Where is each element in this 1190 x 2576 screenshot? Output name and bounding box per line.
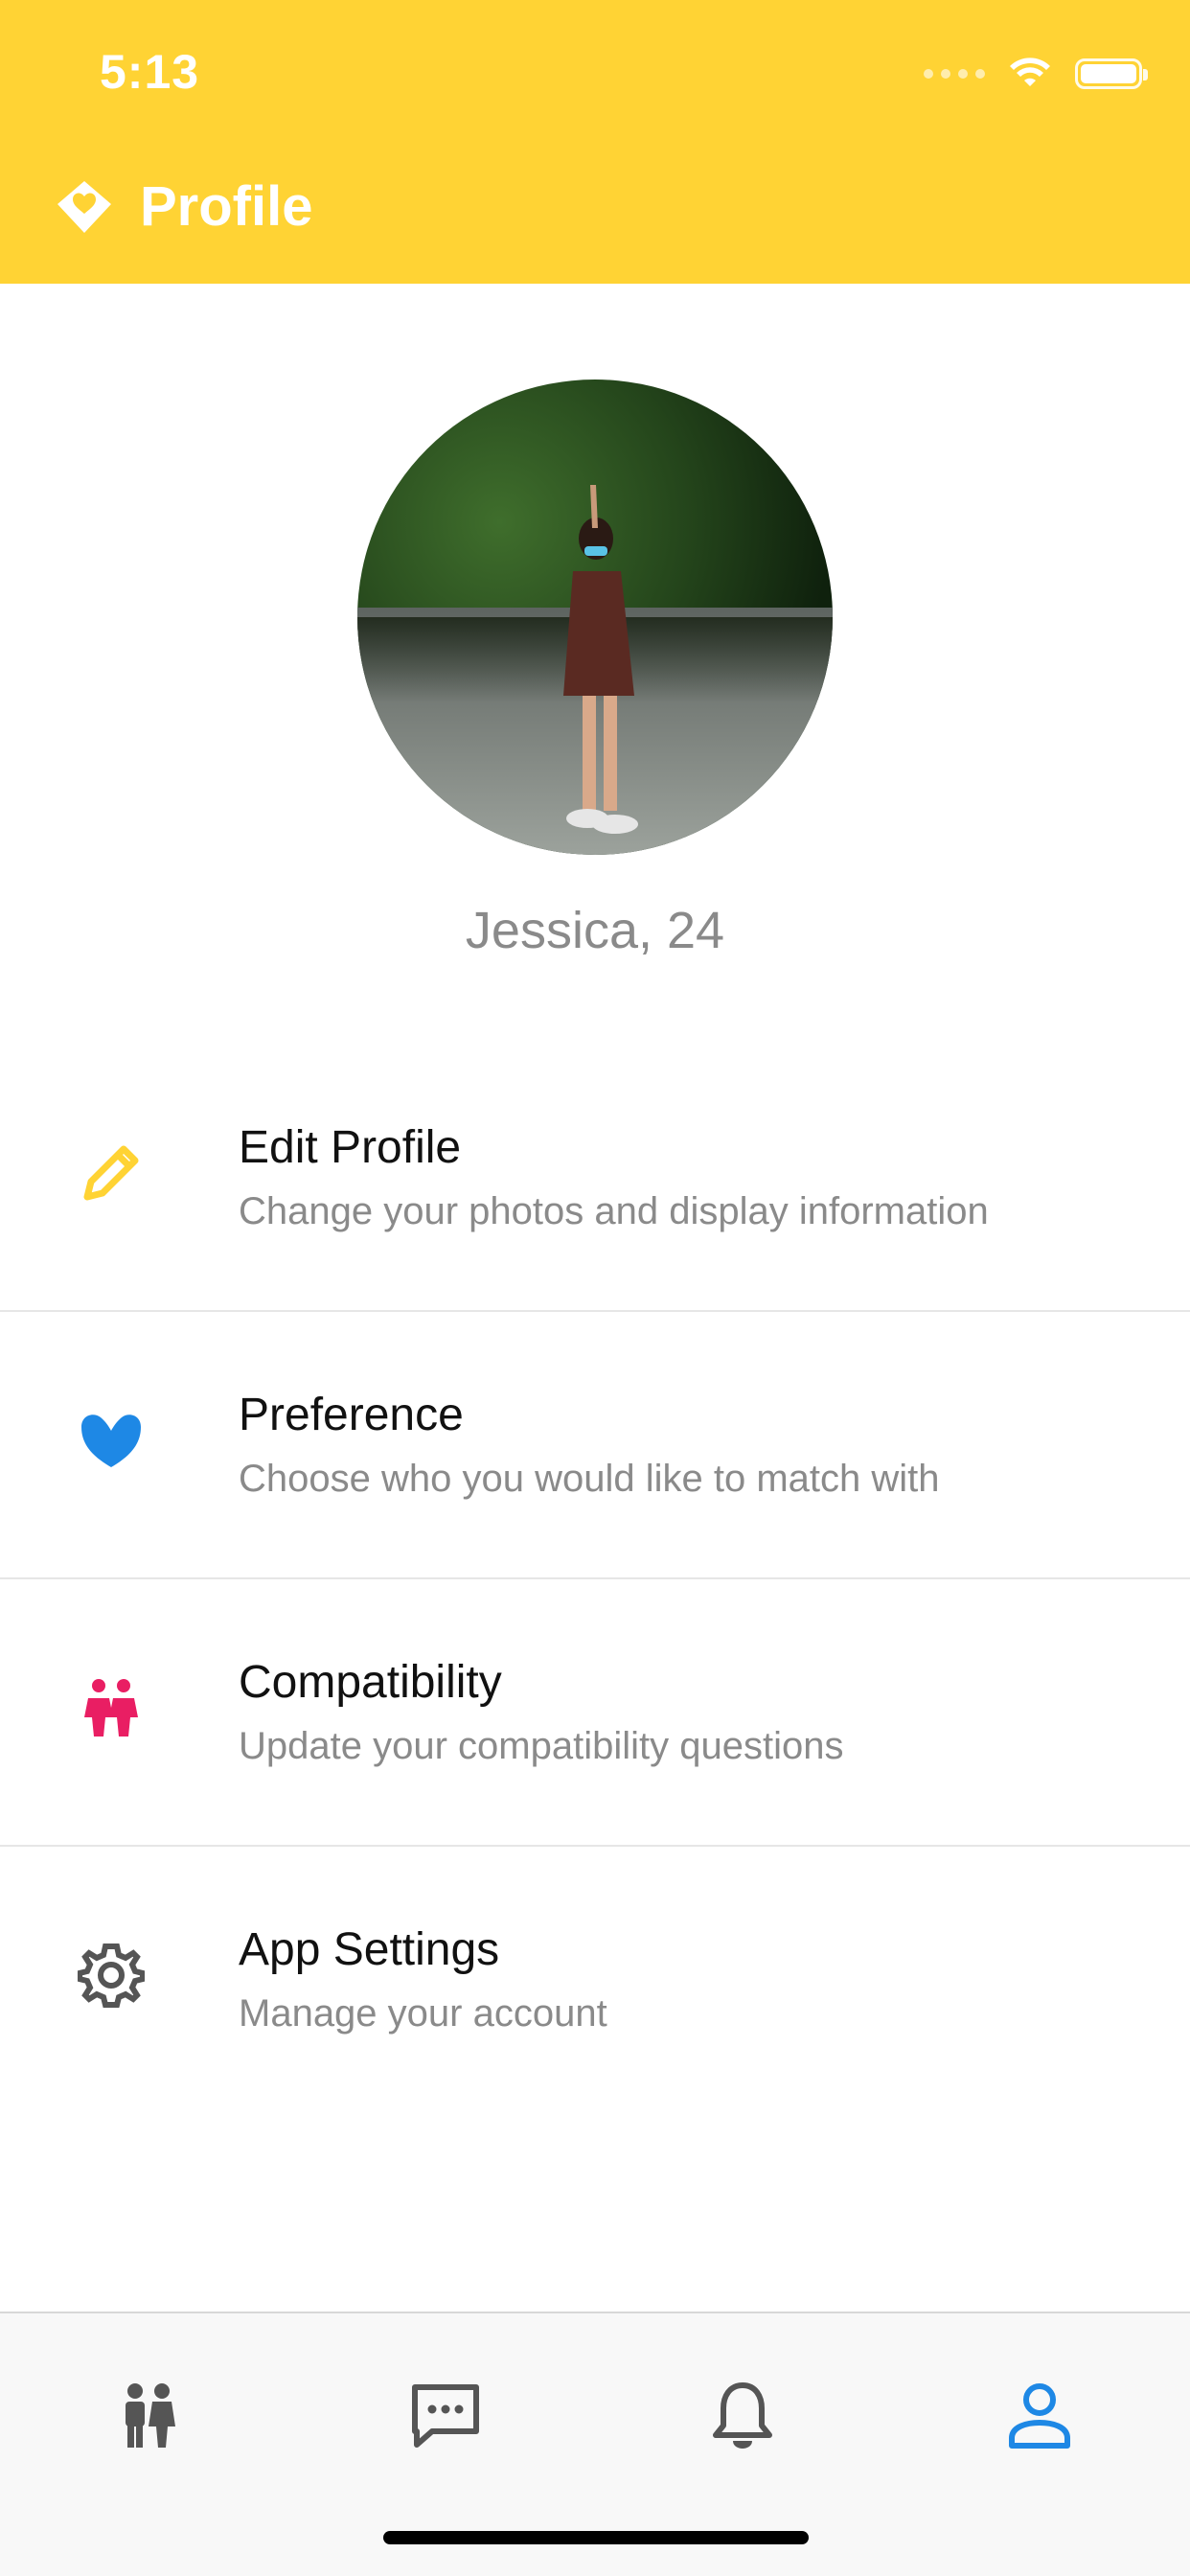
gear-icon [75, 1939, 148, 2012]
profile-screen: 5:13 Profile Jessica, 24 Edit Profile Ch… [0, 0, 1190, 2576]
menu-item-title: Edit Profile [239, 1122, 462, 1173]
menu-item-preference[interactable]: Preference Choose who you would like to … [0, 1312, 1190, 1579]
tab-matches[interactable] [105, 2373, 192, 2459]
cellular-signal-icon [924, 69, 985, 79]
menu-item-edit-profile[interactable]: Edit Profile Change your photos and disp… [0, 1045, 1190, 1312]
title-row: Profile [52, 174, 313, 239]
wifi-icon [1010, 58, 1050, 86]
bell-icon [713, 2382, 772, 2449]
app-logo-icon [57, 180, 111, 233]
page-title: Profile [140, 175, 313, 238]
avatar[interactable] [357, 380, 833, 855]
menu-item-subtitle: Choose who you would like to match with [239, 1458, 940, 1500]
people-icon [126, 2383, 175, 2448]
tab-notifications[interactable] [699, 2373, 786, 2459]
pencil-icon [75, 1137, 148, 1209]
menu-item-title: Preference [239, 1390, 464, 1440]
tab-profile[interactable] [996, 2373, 1083, 2459]
couple-icon [75, 1671, 148, 1744]
heart-icon [75, 1404, 148, 1477]
menu-item-app-settings[interactable]: App Settings Manage your account [0, 1847, 1190, 2114]
menu-item-subtitle: Change your photos and display informati… [239, 1190, 989, 1232]
profile-icon [1009, 2383, 1070, 2449]
status-time: 5:13 [100, 45, 200, 99]
home-indicator[interactable] [383, 2531, 809, 2544]
menu-item-title: Compatibility [239, 1657, 502, 1708]
tab-messages[interactable] [402, 2373, 489, 2459]
profile-menu: Edit Profile Change your photos and disp… [0, 1045, 1190, 2114]
avatar-person-image [563, 485, 638, 834]
menu-item-title: App Settings [239, 1924, 500, 1975]
battery-icon [1075, 58, 1148, 89]
menu-item-subtitle: Update your compatibility questions [239, 1725, 844, 1767]
menu-item-subtitle: Manage your account [239, 1992, 607, 2035]
header: 5:13 Profile [0, 0, 1190, 284]
menu-item-compatibility[interactable]: Compatibility Update your compatibility … [0, 1579, 1190, 1847]
status-indicators [924, 52, 1148, 96]
chat-icon [412, 2384, 479, 2448]
user-name: Jessica, 24 [465, 902, 725, 959]
